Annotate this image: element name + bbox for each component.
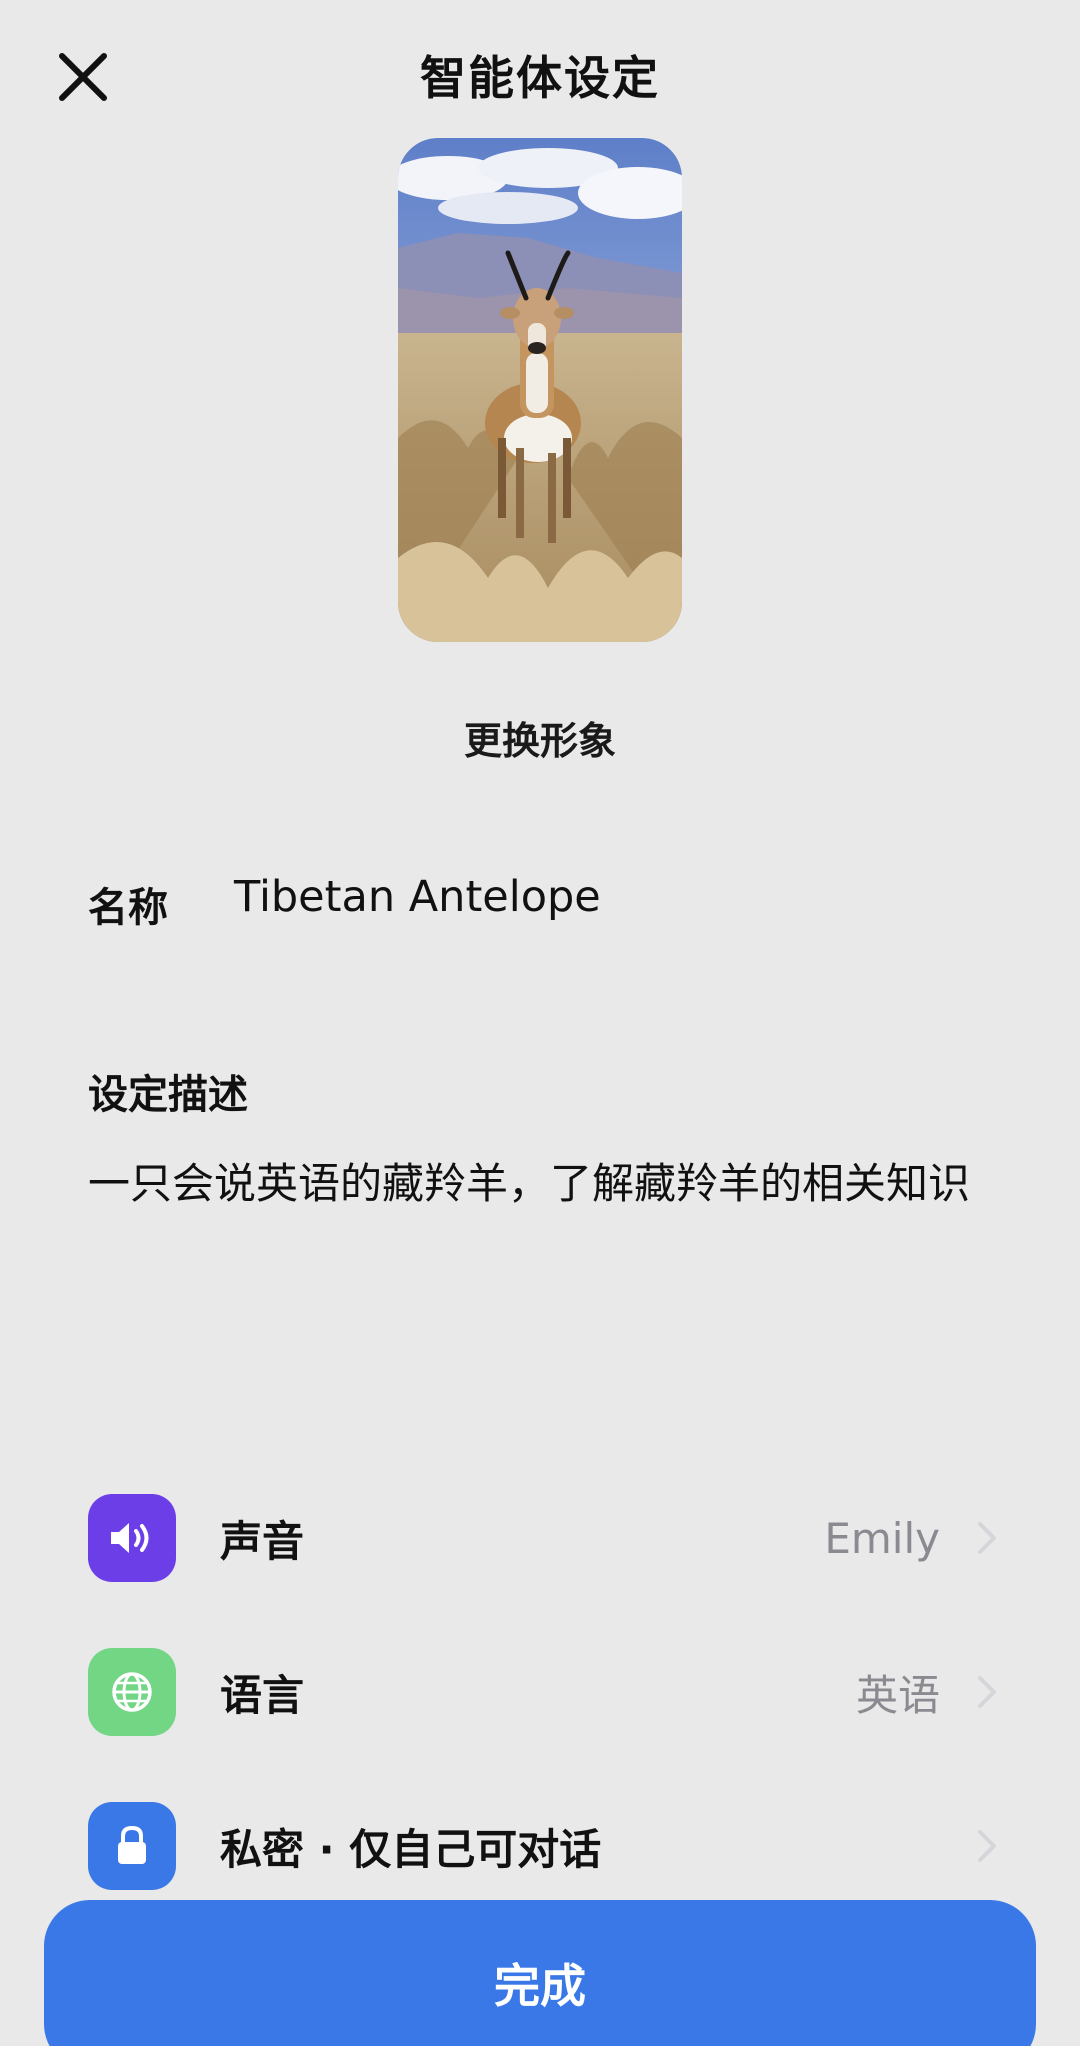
voice-value: Emily (824, 1513, 940, 1563)
avatar-image[interactable] (398, 138, 682, 642)
language-setting-row[interactable]: 语言 英语 (88, 1648, 1000, 1736)
agent-settings-page: 智能体设定 更换形象 名称 Tibetan Antelope 设定描述 一只会说… (0, 0, 1080, 2046)
language-label: 语言 (220, 1670, 305, 1720)
done-button[interactable]: 完成 (44, 1900, 1036, 2046)
change-avatar-button[interactable]: 更换形象 (0, 710, 1080, 765)
chevron-right-icon (978, 1522, 996, 1554)
voice-label: 声音 (220, 1516, 305, 1566)
chevron-right-icon (978, 1676, 996, 1708)
description-label: 设定描述 (88, 1072, 248, 1118)
lock-icon (88, 1802, 176, 1890)
name-input[interactable]: Tibetan Antelope (234, 872, 601, 922)
description-input[interactable]: 一只会说英语的藏羚羊，了解藏羚羊的相关知识 (88, 1150, 988, 1218)
speaker-icon (88, 1494, 176, 1582)
page-title: 智能体设定 (420, 51, 660, 105)
chevron-right-icon (978, 1830, 996, 1862)
language-value: 英语 (855, 1670, 940, 1720)
voice-setting-row[interactable]: 声音 Emily (88, 1494, 1000, 1582)
name-label: 名称 (88, 885, 168, 931)
antelope-illustration (398, 138, 682, 642)
privacy-label: 私密 · 仅自己可对话 (220, 1824, 602, 1874)
globe-icon (88, 1648, 176, 1736)
privacy-setting-row[interactable]: 私密 · 仅自己可对话 (88, 1802, 1000, 1890)
